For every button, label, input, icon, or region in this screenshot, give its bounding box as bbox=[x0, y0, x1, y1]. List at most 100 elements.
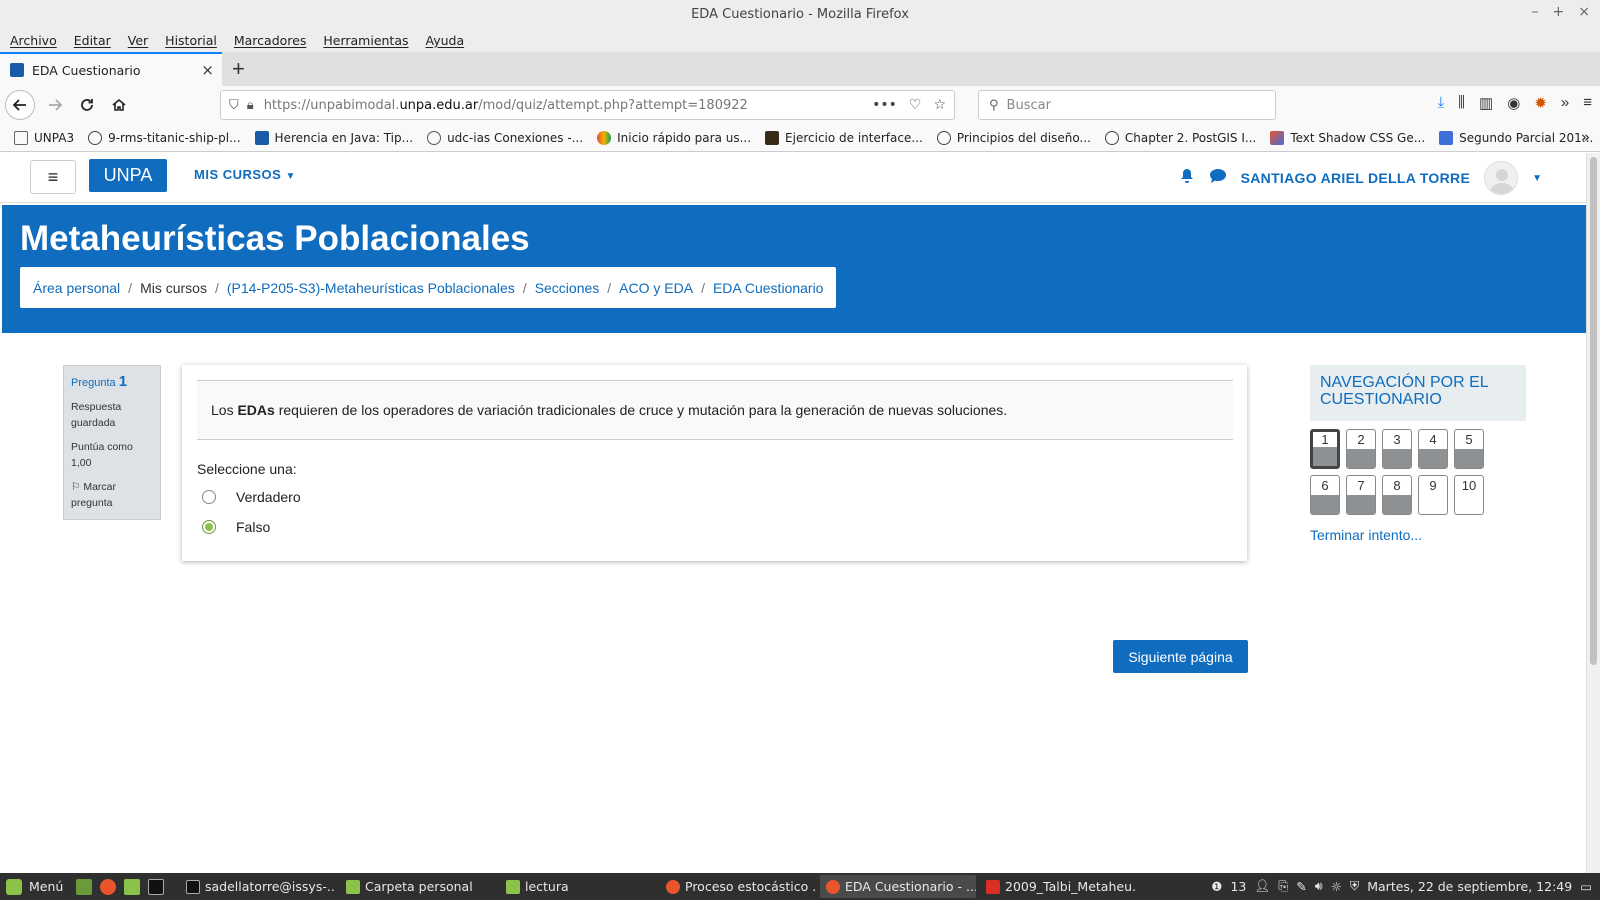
mis-cursos-menu[interactable]: MIS CURSOS ▼ bbox=[194, 167, 296, 182]
bookmark-item[interactable]: Segundo Parcial 201... bbox=[1439, 130, 1593, 145]
breadcrumb-separator: / bbox=[607, 279, 612, 296]
quiz-nav-button[interactable]: 4 bbox=[1418, 429, 1448, 469]
bookmark-item[interactable]: Principios del diseño... bbox=[936, 130, 1091, 145]
next-page-button[interactable]: Siguiente página bbox=[1113, 640, 1248, 673]
brightness-icon[interactable]: ☼ bbox=[1331, 879, 1342, 894]
tab-eda-cuestionario[interactable]: EDA Cuestionario × bbox=[0, 52, 222, 86]
url-bar[interactable]: ⛉ 🔒︎ https://unpabimodal.unpa.edu.ar/mod… bbox=[220, 90, 955, 120]
quiz-nav-button[interactable]: 10 bbox=[1454, 475, 1484, 515]
quiz-nav-button[interactable]: 7 bbox=[1346, 475, 1376, 515]
quiz-nav-button[interactable]: 6 bbox=[1310, 475, 1340, 515]
java-favicon-icon bbox=[254, 130, 269, 145]
close-tab-icon[interactable]: × bbox=[201, 61, 214, 79]
maximize-button[interactable]: + bbox=[1553, 4, 1565, 20]
search-bar[interactable]: ⚲ Buscar bbox=[978, 90, 1276, 120]
lock-icon[interactable]: 🔒︎ bbox=[247, 98, 254, 113]
extension-icon[interactable]: ✹ bbox=[1534, 94, 1547, 112]
quiz-nav-button[interactable]: 5 bbox=[1454, 429, 1484, 469]
page-actions-icon[interactable]: ••• bbox=[872, 97, 897, 113]
user-menu-caret-icon[interactable]: ▼ bbox=[1532, 173, 1542, 184]
new-tab-button[interactable]: + bbox=[232, 56, 245, 82]
bookmark-item[interactable]: Herencia en Java: Tip... bbox=[254, 130, 413, 145]
start-menu-button[interactable]: Menú bbox=[0, 878, 70, 895]
site-brand-button[interactable]: UNPA bbox=[89, 159, 167, 192]
breadcrumb-aco-eda[interactable]: ACO y EDA bbox=[619, 280, 693, 296]
minimize-button[interactable]: – bbox=[1532, 4, 1539, 20]
shield-icon[interactable]: ⛨ bbox=[1350, 878, 1359, 894]
show-desktop-tray-icon[interactable]: ▭ bbox=[1580, 879, 1592, 894]
close-window-button[interactable]: × bbox=[1578, 4, 1590, 20]
bookmark-star-icon[interactable]: ☆ bbox=[933, 97, 946, 113]
bookmark-item[interactable]: udc-ias Conexiones -... bbox=[427, 130, 583, 145]
taskbar-item-lectura[interactable]: lectura bbox=[500, 875, 656, 898]
menu-marcadores[interactable]: Marcadores bbox=[234, 33, 307, 48]
clipboard-icon[interactable]: ⎘ bbox=[1278, 878, 1288, 894]
taskbar-item-eda[interactable]: EDA Cuestionario - ... bbox=[820, 875, 976, 898]
firefox-launcher-icon[interactable] bbox=[100, 878, 116, 895]
terminal-icon bbox=[186, 879, 200, 894]
page-scrollbar[interactable] bbox=[1586, 153, 1600, 873]
bookmark-item[interactable]: Ejercicio de interface... bbox=[765, 130, 923, 145]
option-falso[interactable]: Falso bbox=[202, 519, 270, 535]
window-title: EDA Cuestionario - Mozilla Firefox bbox=[691, 6, 909, 22]
css-favicon-icon bbox=[1270, 130, 1285, 145]
breadcrumb: Área personal / Mis cursos / (P14-P205-S… bbox=[20, 267, 837, 308]
menu-ver[interactable]: Ver bbox=[128, 33, 148, 48]
radio-verdadero[interactable] bbox=[202, 490, 216, 504]
forward-button[interactable] bbox=[40, 90, 70, 120]
messages-chat-icon[interactable] bbox=[1209, 168, 1227, 189]
hamburger-menu-icon[interactable]: ≡ bbox=[1583, 94, 1592, 112]
notifications-bell-icon[interactable] bbox=[1179, 168, 1195, 189]
taskbar-item-terminal[interactable]: sadellatorre@issys-... bbox=[180, 875, 336, 898]
breadcrumb-eda-cuestionario[interactable]: EDA Cuestionario bbox=[713, 280, 824, 296]
bookmark-item[interactable]: UNPA3 bbox=[14, 130, 74, 145]
tracking-shield-icon[interactable]: ⛉ bbox=[229, 98, 239, 113]
breadcrumb-area-personal[interactable]: Área personal bbox=[33, 280, 120, 296]
breadcrumb-course[interactable]: (P14-P205-S3)-Metaheurísticas Poblaciona… bbox=[227, 280, 515, 296]
quiz-nav-button[interactable]: 3 bbox=[1382, 429, 1412, 469]
bookmarks-overflow-icon[interactable]: » bbox=[1581, 128, 1590, 146]
taskbar-item-proceso[interactable]: Proceso estocástico ... bbox=[660, 875, 816, 898]
pocket-icon[interactable]: ♡ bbox=[909, 97, 922, 113]
flag-question-link[interactable]: ⚐ Marcar pregunta bbox=[71, 479, 153, 511]
sidebar-icon[interactable]: ▥ bbox=[1479, 94, 1493, 112]
menu-herramientas[interactable]: Herramientas bbox=[323, 33, 408, 48]
user-icon[interactable]: 👤︎ bbox=[1254, 878, 1270, 894]
option-verdadero[interactable]: Verdadero bbox=[202, 489, 301, 505]
volume-icon[interactable]: 🔊︎ bbox=[1315, 878, 1323, 894]
quiz-nav-button[interactable]: 8 bbox=[1382, 475, 1412, 515]
taskbar-item-carpeta[interactable]: Carpeta personal bbox=[340, 875, 496, 898]
menu-ayuda[interactable]: Ayuda bbox=[426, 33, 465, 48]
overflow-chevron-icon[interactable]: » bbox=[1561, 94, 1569, 112]
drawer-toggle-button[interactable]: ≡ bbox=[30, 160, 76, 194]
user-avatar[interactable] bbox=[1484, 161, 1519, 195]
show-desktop-icon[interactable] bbox=[76, 878, 92, 895]
bookmark-item[interactable]: Text Shadow CSS Ge... bbox=[1270, 130, 1425, 145]
scrollbar-thumb[interactable] bbox=[1590, 157, 1597, 665]
update-icon[interactable]: ❶ bbox=[1211, 879, 1222, 894]
quiz-nav-button[interactable]: 9 bbox=[1418, 475, 1448, 515]
library-icon[interactable]: ⫼ bbox=[1458, 94, 1465, 112]
finish-attempt-link[interactable]: Terminar intento... bbox=[1310, 527, 1422, 543]
radio-falso[interactable] bbox=[202, 520, 216, 534]
bookmark-item[interactable]: 9-rms-titanic-ship-pl... bbox=[88, 130, 241, 145]
breadcrumb-secciones[interactable]: Secciones bbox=[535, 280, 600, 296]
home-button[interactable] bbox=[104, 90, 134, 120]
pen-icon[interactable]: ✎ bbox=[1296, 879, 1306, 894]
back-button[interactable] bbox=[5, 90, 35, 120]
bookmark-item[interactable]: Inicio rápido para us... bbox=[597, 130, 751, 145]
files-launcher-icon[interactable] bbox=[124, 878, 140, 895]
quiz-nav-button[interactable]: 1 bbox=[1310, 429, 1340, 469]
menu-historial[interactable]: Historial bbox=[165, 33, 217, 48]
menu-archivo[interactable]: Archivo bbox=[10, 33, 57, 48]
menu-editar[interactable]: Editar bbox=[74, 33, 111, 48]
user-name[interactable]: SANTIAGO ARIEL DELLA TORRE bbox=[1241, 170, 1470, 186]
account-icon[interactable]: ◉ bbox=[1507, 94, 1520, 112]
reload-button[interactable] bbox=[72, 90, 102, 120]
taskbar-item-pdf[interactable]: 2009_Talbi_Metaheu... bbox=[980, 875, 1136, 898]
clock[interactable]: Martes, 22 de septiembre, 12:49 bbox=[1367, 879, 1572, 894]
bookmark-item[interactable]: Chapter 2. PostGIS I... bbox=[1104, 130, 1256, 145]
quiz-nav-button[interactable]: 2 bbox=[1346, 429, 1376, 469]
downloads-icon[interactable]: ⤓ bbox=[1437, 94, 1444, 112]
terminal-launcher-icon[interactable] bbox=[148, 878, 164, 895]
